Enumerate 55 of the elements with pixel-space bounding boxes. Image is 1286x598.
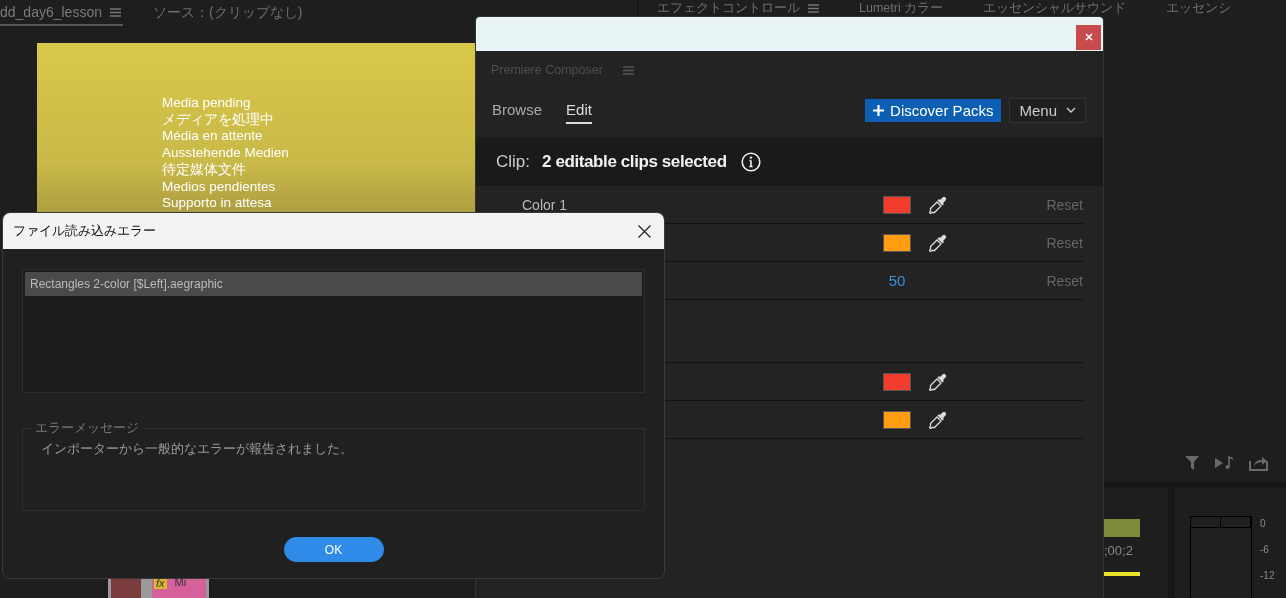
chevron-down-icon	[1066, 107, 1076, 113]
tab[interactable]: Browse	[492, 96, 543, 124]
meter-scale-label: -12	[1259, 570, 1275, 582]
clip-label: Clip:	[496, 151, 530, 172]
plus-icon	[873, 104, 885, 116]
eyedropper-icon[interactable]	[929, 410, 947, 429]
color-swatch[interactable]	[883, 410, 911, 429]
close-icon	[1084, 33, 1093, 41]
meter-scale-label: -6	[1259, 544, 1270, 556]
media-pending-text: Media pending	[162, 95, 251, 112]
media-pending-text: Supporto in attesa	[162, 195, 272, 212]
panel-tab[interactable]: エッセンシ	[1166, 2, 1232, 15]
discover-packs-button[interactable]: Discover Packs	[865, 98, 1002, 122]
reset-button[interactable]: Reset	[1046, 234, 1083, 251]
property-label: Color 1	[522, 196, 568, 213]
reset-button[interactable]: Reset	[1046, 272, 1083, 289]
timecode: ;00;2	[1104, 542, 1134, 558]
tab[interactable]: Edit	[566, 96, 592, 124]
panel-tab[interactable]: エッセンシャルサウンド	[983, 2, 1127, 15]
menu-dropdown[interactable]: Menu	[1009, 97, 1086, 123]
media-pending-text: Ausstehende Medien	[162, 145, 289, 162]
color-swatch[interactable]	[883, 372, 911, 391]
media-pending-text: 待定媒体文件	[162, 161, 246, 179]
close-icon[interactable]	[638, 224, 651, 238]
export-icon[interactable]	[1249, 455, 1268, 471]
eyedropper-icon[interactable]	[929, 372, 947, 391]
group-label: エラーメッセージ	[32, 420, 142, 436]
number-value[interactable]: 50	[888, 272, 906, 289]
file-list-item[interactable]: Rectangles 2-color [$Left].aegraphic	[25, 272, 642, 296]
clip-summary: 2 editable clips selected	[542, 151, 727, 172]
info-icon[interactable]	[740, 151, 761, 172]
dialog-title: ファイル読み込みエラー	[13, 222, 156, 240]
eyedropper-icon[interactable]	[929, 195, 947, 214]
menu-icon[interactable]	[808, 4, 819, 13]
color-swatch[interactable]	[883, 195, 911, 214]
media-pending-text: Média en attente	[162, 128, 263, 146]
menu-icon[interactable]	[110, 7, 121, 17]
panel-tab[interactable]: dd_day6_lesson	[0, 0, 123, 26]
panel-tab[interactable]: Lumetri カラー	[859, 2, 944, 15]
panel-tab[interactable]: ソース：(クリップなし)	[151, 0, 305, 26]
menu-icon[interactable]	[622, 65, 634, 75]
error-message: インポーターから一般的なエラーが報告されました。	[41, 441, 354, 458]
color-swatch[interactable]	[883, 233, 911, 252]
audio-play-icon[interactable]	[1215, 456, 1235, 470]
reset-button[interactable]: Reset	[1046, 196, 1083, 213]
close-button[interactable]	[1076, 24, 1101, 50]
timeline-clip[interactable]	[1104, 519, 1140, 537]
media-pending-text: Medios pendientes	[162, 178, 276, 196]
eyedropper-icon[interactable]	[929, 233, 947, 252]
media-pending-text: メディアを処理中	[162, 111, 274, 129]
meter-scale-label: 0	[1259, 518, 1267, 530]
ok-button[interactable]: OK	[283, 537, 384, 562]
filter-icon[interactable]	[1185, 455, 1201, 471]
panel-tab[interactable]: エフェクトコントロール	[657, 2, 819, 15]
playback-range-bar	[1104, 572, 1140, 576]
